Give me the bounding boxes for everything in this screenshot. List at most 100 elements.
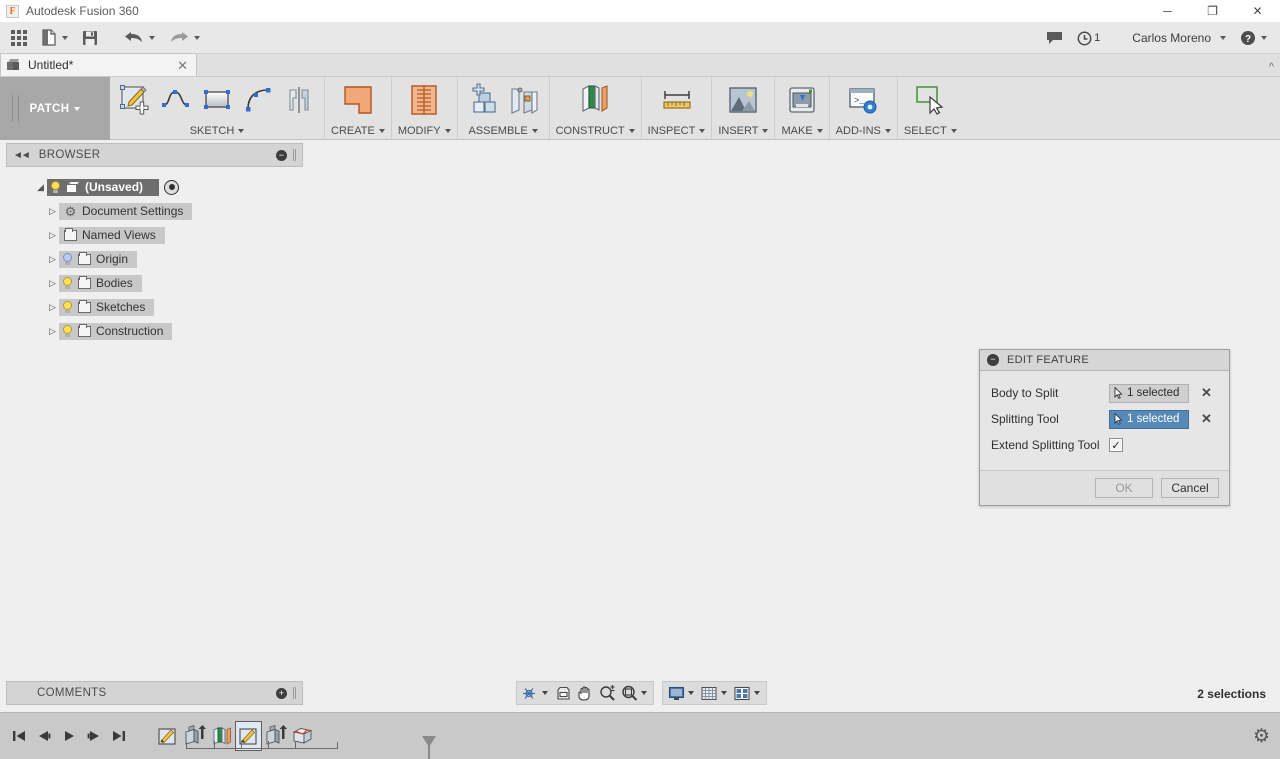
body-to-split-selection-field[interactable]: 1 selected <box>1109 383 1189 403</box>
new-component-icon[interactable] <box>464 81 502 119</box>
skip-start-icon[interactable] <box>8 725 30 747</box>
tree-row-named-views[interactable]: ▷ Named Views <box>6 223 303 247</box>
construction-plane-icon[interactable] <box>576 81 614 119</box>
grid-icon[interactable] <box>698 682 720 704</box>
expander-triangle-icon[interactable]: ▷ <box>46 254 59 265</box>
tree-row-origin[interactable]: ▷ Origin <box>6 247 303 271</box>
mirror-icon[interactable] <box>280 81 318 119</box>
spline-icon[interactable] <box>157 81 195 119</box>
chevron-down-icon[interactable] <box>641 691 647 695</box>
3d-print-icon[interactable] <box>783 81 821 119</box>
help-button[interactable]: ? <box>1233 22 1274 54</box>
splitting-tool-selection-field[interactable]: 1 selected <box>1109 409 1189 429</box>
zoom-magnifier-icon[interactable] <box>596 682 618 704</box>
jobs-status-button[interactable]: 1 <box>1070 22 1107 54</box>
minimize-button[interactable]: ─ <box>1145 0 1190 22</box>
viewports-icon[interactable] <box>731 682 753 704</box>
maximize-button[interactable]: ❐ <box>1190 0 1235 22</box>
rectangle-icon[interactable] <box>198 81 236 119</box>
resize-grip[interactable] <box>293 687 296 699</box>
plus-circle-icon[interactable]: + <box>276 687 287 699</box>
extend-splitting-tool-checkbox[interactable]: ✓ <box>1109 438 1123 452</box>
skip-end-icon[interactable] <box>108 725 130 747</box>
clear-x-icon[interactable]: ✕ <box>1201 411 1212 427</box>
tree-row-sketches[interactable]: ▷ Sketches <box>6 295 303 319</box>
light-bulb-icon[interactable] <box>62 325 73 337</box>
tree-item-label: Document Settings <box>82 204 184 218</box>
ribbon-panel-label-inspect[interactable]: INSPECT <box>648 124 706 138</box>
ribbon-panel-label-construct[interactable]: CONSTRUCT <box>556 124 635 138</box>
ribbon-panel-label-modify[interactable]: MODIFY <box>398 124 451 138</box>
comments-panel-button[interactable] <box>1039 22 1070 54</box>
chevron-down-icon[interactable] <box>542 691 548 695</box>
play-icon[interactable] <box>58 725 80 747</box>
workspace-switcher-patch[interactable]: PATCH <box>0 77 110 140</box>
joint-icon[interactable] <box>505 81 543 119</box>
create-sketch-icon[interactable] <box>116 81 154 119</box>
chevron-down-icon[interactable] <box>688 691 694 695</box>
comments-panel-header[interactable]: COMMENTS + <box>6 681 303 705</box>
modify-ruled-icon[interactable] <box>405 81 443 119</box>
light-bulb-icon[interactable] <box>62 253 73 265</box>
radio-target-icon[interactable] <box>164 179 180 195</box>
cancel-button[interactable]: Cancel <box>1161 478 1219 498</box>
save-button[interactable] <box>75 22 105 54</box>
chevron-up-icon[interactable]: ^ <box>1269 61 1274 73</box>
expander-triangle-icon[interactable]: ▷ <box>46 230 59 241</box>
gear-icon: ⚙ <box>64 203 77 219</box>
light-bulb-icon[interactable] <box>62 277 73 289</box>
script-gear-icon[interactable]: >_ <box>844 81 882 119</box>
minus-circle-icon[interactable]: − <box>276 149 287 161</box>
close-button[interactable]: ✕ <box>1235 0 1280 22</box>
app-grid-button[interactable] <box>4 22 34 54</box>
tree-row-construction[interactable]: ▷ Construction <box>6 319 303 343</box>
double-left-arrow-icon[interactable]: ◄◄ <box>13 150 31 161</box>
expander-triangle-icon[interactable]: ▷ <box>46 278 59 289</box>
orbit-icon[interactable] <box>519 682 541 704</box>
user-account-button[interactable]: Carlos Moreno <box>1121 22 1233 54</box>
timeline-settings-gear-icon[interactable]: ⚙ <box>1253 725 1270 748</box>
redo-button[interactable] <box>162 22 207 54</box>
ribbon-panel-label-assemble[interactable]: ASSEMBLE <box>468 124 538 138</box>
arc-icon[interactable] <box>239 81 277 119</box>
tree-row-root[interactable]: ◢ (Unsaved) <box>6 175 303 199</box>
dialog-title-bar[interactable]: − EDIT FEATURE <box>980 350 1229 371</box>
pan-hand-icon[interactable] <box>574 682 596 704</box>
ribbon-panel-label-sketch[interactable]: SKETCH <box>190 124 245 138</box>
minus-circle-icon[interactable]: − <box>987 354 999 366</box>
undo-button[interactable] <box>117 22 162 54</box>
expander-triangle-icon[interactable]: ◢ <box>34 182 47 193</box>
look-at-icon[interactable] <box>552 682 574 704</box>
timeline-item-sketch-1[interactable] <box>154 721 181 751</box>
ribbon-panel-label-select[interactable]: SELECT <box>904 124 957 138</box>
select-cursor-icon[interactable] <box>911 81 949 119</box>
clear-x-icon[interactable]: ✕ <box>1201 385 1212 401</box>
fit-magnifier-icon[interactable] <box>618 682 640 704</box>
grid-apps-icon <box>11 29 27 46</box>
document-tab[interactable]: Untitled* ✕ <box>0 53 197 76</box>
insert-image-icon[interactable] <box>724 81 762 119</box>
chevron-down-icon[interactable] <box>754 691 760 695</box>
measure-ruler-icon[interactable] <box>658 81 696 119</box>
new-file-button[interactable] <box>34 22 75 54</box>
expander-triangle-icon[interactable]: ▷ <box>46 302 59 313</box>
ribbon-panel-label-create[interactable]: CREATE <box>331 124 385 138</box>
patch-surface-icon[interactable] <box>339 81 377 119</box>
ribbon-panel-label-addins[interactable]: ADD-INS <box>836 124 891 138</box>
ribbon-panel-label-make[interactable]: MAKE <box>781 124 823 138</box>
tree-row-bodies[interactable]: ▷ Bodies <box>6 271 303 295</box>
ribbon-panel-label-insert[interactable]: INSERT <box>718 124 769 138</box>
display-monitor-icon[interactable] <box>665 682 687 704</box>
step-back-icon[interactable] <box>33 725 55 747</box>
tree-row-document-settings[interactable]: ▷ ⚙ Document Settings <box>6 199 303 223</box>
ground-shadow <box>506 598 790 678</box>
close-icon[interactable]: ✕ <box>177 58 188 74</box>
expander-triangle-icon[interactable]: ▷ <box>46 206 59 217</box>
step-forward-icon[interactable] <box>83 725 105 747</box>
expander-triangle-icon[interactable]: ▷ <box>46 326 59 337</box>
chevron-down-icon[interactable] <box>721 691 727 695</box>
light-bulb-icon[interactable] <box>50 181 61 193</box>
ok-button[interactable]: OK <box>1095 478 1153 498</box>
light-bulb-icon[interactable] <box>62 301 73 313</box>
resize-grip[interactable] <box>293 149 296 161</box>
